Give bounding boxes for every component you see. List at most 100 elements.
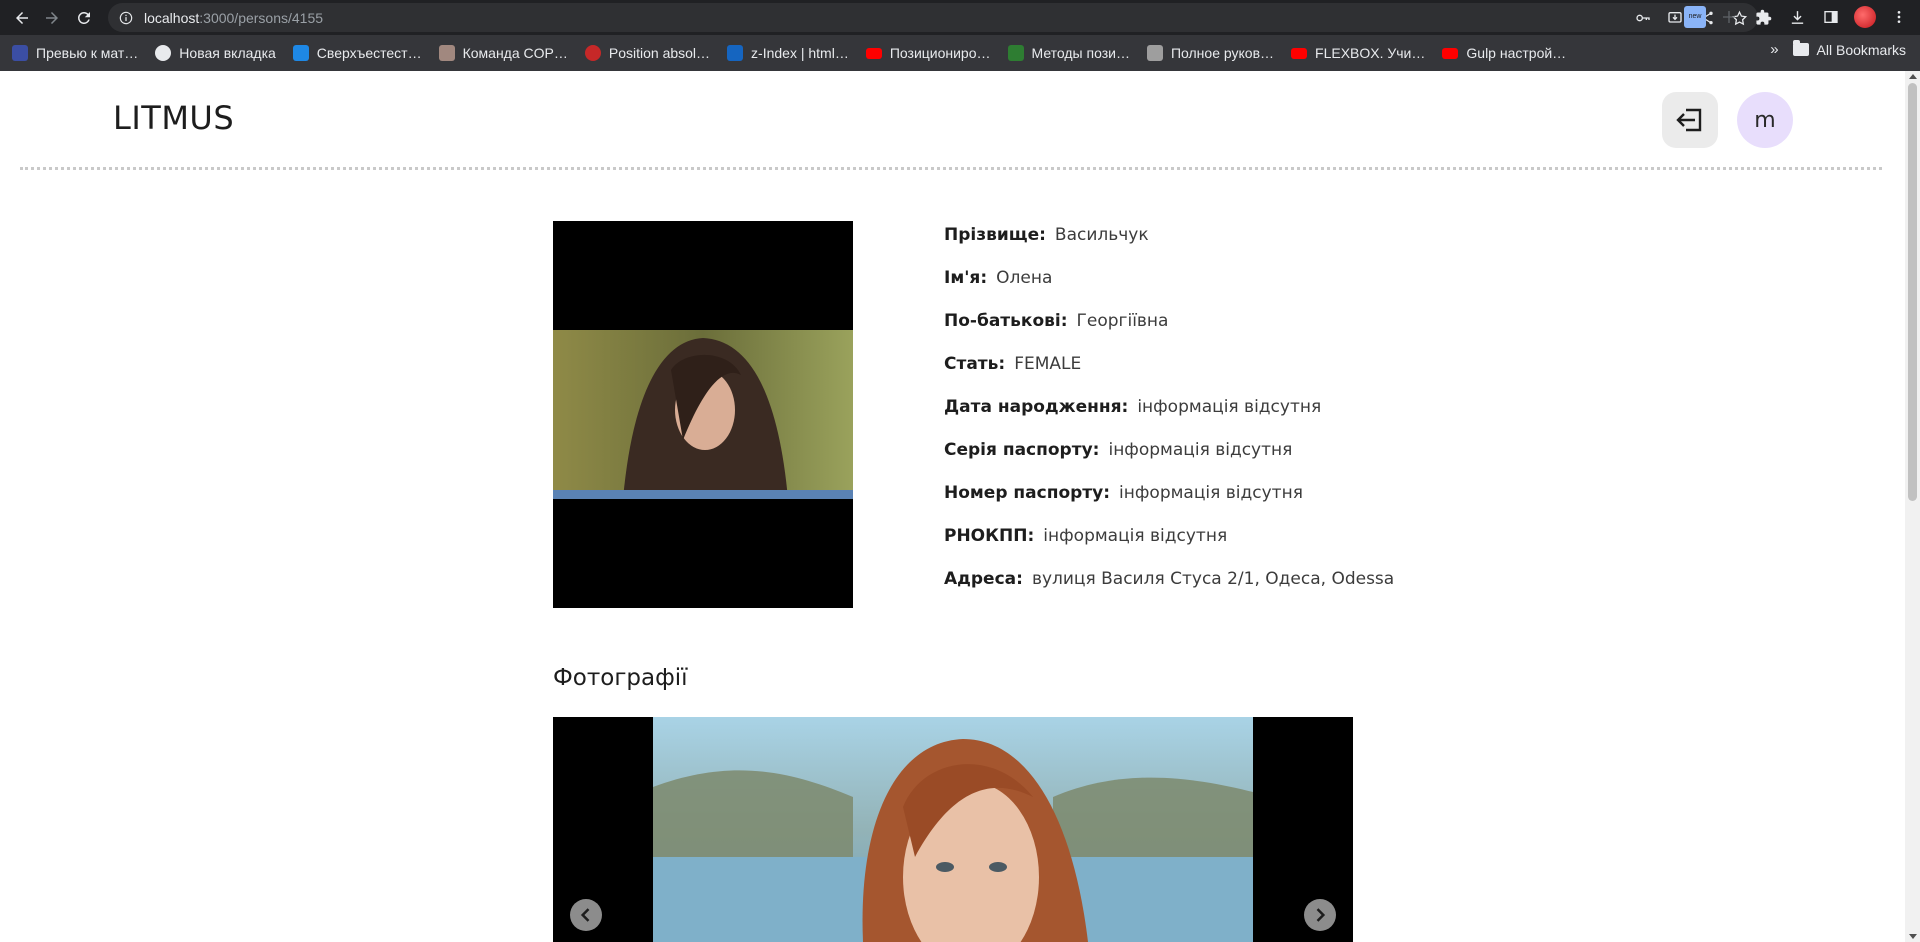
bookmark-item[interactable]: Позициониро… [865,41,991,65]
detail-row-first-name: Ім'я: Олена [944,264,1404,307]
all-bookmarks-button[interactable]: All Bookmarks [1817,42,1906,58]
password-key-icon[interactable] [1634,9,1652,27]
carousel-slide-image [653,717,1253,942]
field-label: Ім'я: [944,268,988,288]
bookmark-favicon-icon [438,45,455,61]
field-label: Серія паспорту: [944,440,1100,460]
app-header: LITMUS m [0,71,1905,167]
bookmark-label: Position absol… [608,45,711,61]
detail-row-surname: Прізвище: Васильчук [944,221,1404,264]
profile-photo [553,221,853,608]
bookmark-favicon-icon [1007,45,1024,61]
bookmark-item[interactable]: Gulp настрой… [1442,41,1566,65]
extension-badge: new [1688,13,1702,20]
back-icon[interactable] [10,6,34,30]
youtube-icon [1291,47,1308,59]
more-bookmarks-chevron-icon[interactable]: » [1770,41,1778,58]
carousel-next-button[interactable] [1304,899,1336,931]
profile-icon[interactable] [1854,6,1876,28]
photo-carousel [553,717,1353,942]
bookmark-label: Позициониро… [889,45,991,61]
field-value: інформація відсутня [1137,397,1322,417]
bookmark-favicon-icon [727,45,744,61]
detail-row-passport-series: Серія паспорту: інформація відсутня [944,436,1404,479]
carousel-prev-button[interactable] [570,899,602,931]
user-avatar[interactable]: m [1737,92,1793,148]
bookmark-item[interactable]: Полное руков… [1146,41,1275,65]
header-divider [20,167,1882,170]
detail-row-patronymic: По-батькові: Георгіївна [944,307,1404,350]
browser-menu-icon[interactable] [1888,6,1910,28]
bookmark-favicon-icon [292,45,309,61]
detail-row-birth-date: Дата народження: інформація відсутня [944,393,1404,436]
youtube-icon [865,47,882,59]
field-label: Стать: [944,354,1006,374]
bookmark-favicon-icon [1146,45,1163,61]
address-bar[interactable]: localhost:3000/persons/4155 [108,3,1758,32]
bookmark-item[interactable]: Команда COP… [438,41,568,65]
scroll-up-arrow-icon[interactable] [1909,74,1917,79]
bookmark-item[interactable]: Сверхъестест… [292,41,422,65]
field-label: По-батькові: [944,311,1068,331]
bookmark-label: Превью к мат… [36,45,139,61]
field-label: Прізвище: [944,225,1046,245]
bookmark-item[interactable]: Превью к мат… [12,41,138,65]
scroll-down-arrow-icon[interactable] [1909,934,1917,939]
bookmark-label: Сверхъестест… [316,45,422,61]
chevron-left-icon [580,908,590,922]
person-portrait-image [553,330,853,499]
extension-puzzle-disabled-icon[interactable] [1718,6,1740,28]
bookmark-item[interactable]: FLEXBOX. Учи… [1291,41,1425,65]
browser-toolbar: localhost:3000/persons/4155 new [0,0,1920,35]
detail-row-passport-number: Номер паспорту: інформація відсутня [944,479,1404,522]
field-value: інформація відсутня [1119,483,1303,503]
detail-row-address: Адреса: вулиця Василя Стуса 2/1, Одеса, O… [944,565,1404,608]
bookmark-label: Полное руков… [1170,45,1275,61]
install-app-icon[interactable] [1666,9,1684,27]
app-logo[interactable]: LITMUS [113,99,234,137]
bookmark-label: Методы пози… [1031,45,1130,61]
bookmark-item[interactable]: Новая вкладка [155,41,276,65]
bookmark-item[interactable]: z-Index | html… [727,41,849,65]
logout-icon [1676,108,1702,132]
folder-icon [1792,40,1809,56]
field-value: Васильчук [1054,225,1149,245]
field-value: Георгіївна [1076,311,1169,331]
field-value: вулиця Василя Стуса 2/1, Одеса, Odessa [1031,569,1395,589]
chevron-right-icon [1316,908,1326,922]
url-text: localhost:3000/persons/4155 [144,9,324,26]
bookmark-label: z-Index | html… [751,45,849,61]
detail-row-sex: Стать: FEMALE [944,350,1404,393]
field-value: інформація відсутня [1043,526,1228,546]
page-viewport: LITMUS m Прізвище: Васильчук Ім'я: Олена… [0,71,1905,942]
bookmark-label: Новая вкладка [179,45,276,61]
scrollbar-thumb[interactable] [1908,83,1917,501]
globe-icon [155,45,172,61]
bookmark-item[interactable]: Position absol… [584,41,711,65]
field-value: FEMALE [1014,354,1082,374]
detail-row-tax-id: РНОКПП: інформація відсутня [944,522,1404,565]
photos-section-title: Фотографії [553,665,688,691]
bookmark-favicon-icon [584,45,601,61]
side-panel-icon[interactable] [1820,6,1842,28]
field-label: Номер паспорту: [944,483,1111,503]
logout-button[interactable] [1662,92,1718,148]
bookmark-label: Команда COP… [462,45,568,61]
site-info-icon[interactable] [118,10,134,26]
bookmark-favicon-icon [12,45,28,61]
extensions-icon[interactable] [1752,6,1774,28]
forward-icon[interactable] [40,6,64,30]
downloads-icon[interactable] [1786,6,1808,28]
youtube-icon [1442,47,1459,59]
field-label: Дата народження: [944,397,1129,417]
person-details: Прізвище: Васильчук Ім'я: Олена По-батьков… [944,221,1404,608]
field-label: Адреса: [944,569,1023,589]
extension-new-icon[interactable]: new [1684,6,1706,28]
bookmark-item[interactable]: Методы пози… [1007,41,1130,65]
page-scrollbar[interactable] [1905,71,1920,942]
reload-icon[interactable] [72,6,96,30]
bookmark-label: Gulp настрой… [1466,45,1567,61]
bookmarks-bar: Превью к мат… Новая вкладка Сверхъестест… [0,35,1920,71]
field-value: Олена [996,268,1053,288]
field-label: РНОКПП: [944,526,1035,546]
